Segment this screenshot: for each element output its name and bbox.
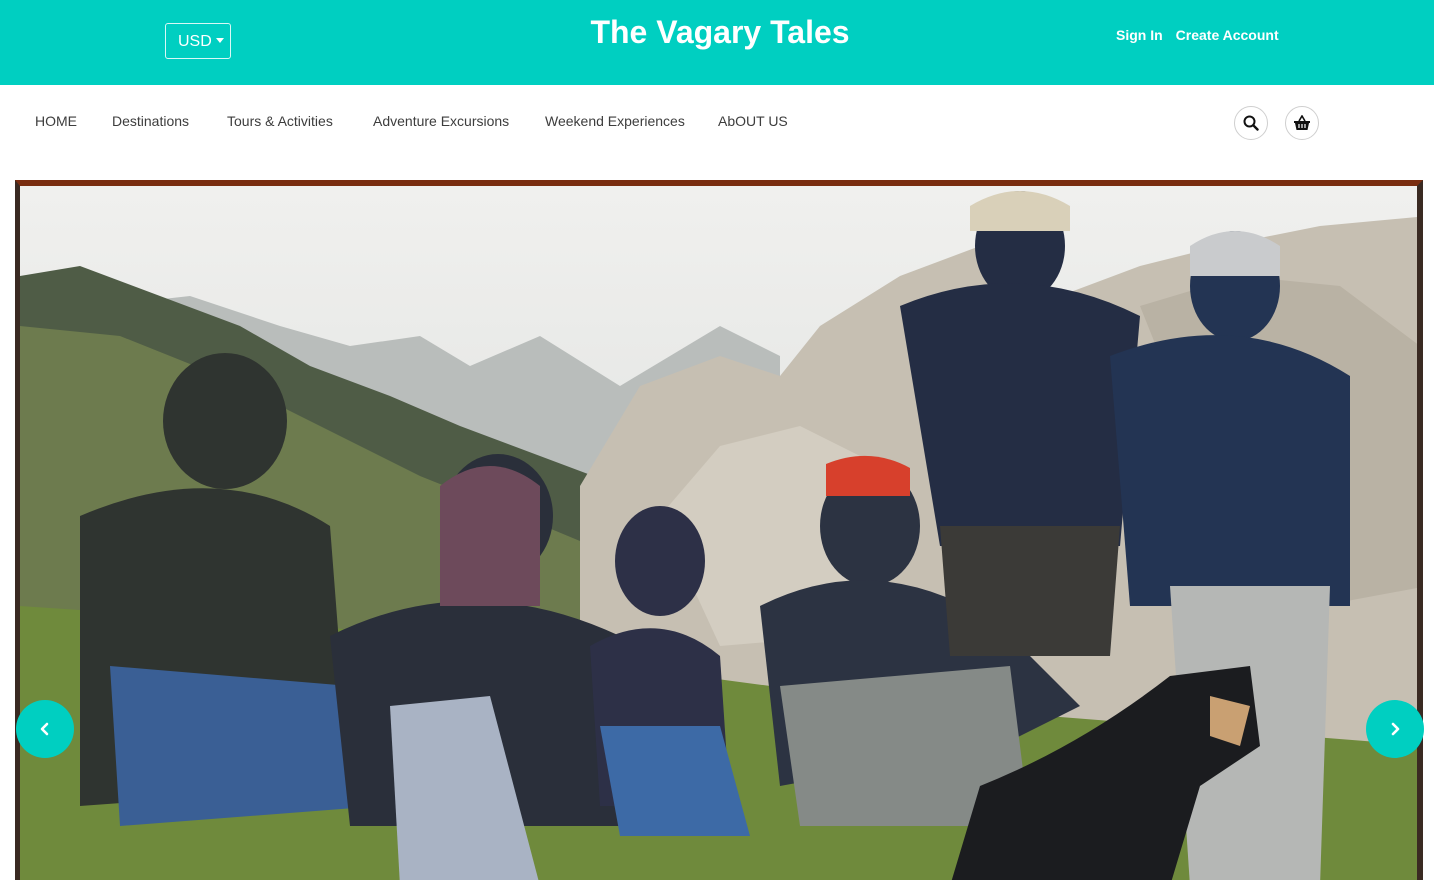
chevron-right-icon — [1391, 722, 1400, 736]
carousel-next-button[interactable] — [1366, 700, 1424, 758]
search-icon — [1243, 115, 1259, 131]
search-button[interactable] — [1234, 106, 1268, 140]
basket-icon — [1294, 115, 1310, 130]
nav-item-destinations[interactable]: Destinations — [112, 113, 189, 129]
chevron-left-icon — [40, 722, 49, 736]
nav-item-tours-activities[interactable]: Tours & Activities — [227, 113, 333, 129]
nav-item-about-us[interactable]: AbOUT US — [718, 113, 788, 129]
nav-item-home[interactable]: HOME — [35, 113, 77, 129]
account-links: Sign In Create Account — [1116, 27, 1292, 43]
hero-photo-illustration — [20, 191, 1417, 880]
top-bar: USD The Vagary Tales Sign In Create Accou… — [0, 0, 1434, 85]
carousel-prev-button[interactable] — [16, 700, 74, 758]
create-account-link[interactable]: Create Account — [1176, 27, 1279, 43]
nav-item-adventure-excursions[interactable]: Adventure Excursions — [373, 113, 509, 129]
sign-in-link[interactable]: Sign In — [1116, 27, 1163, 43]
hero-image — [15, 180, 1423, 880]
basket-button[interactable] — [1285, 106, 1319, 140]
nav-item-weekend-experiences[interactable]: Weekend Experiences — [545, 113, 685, 129]
